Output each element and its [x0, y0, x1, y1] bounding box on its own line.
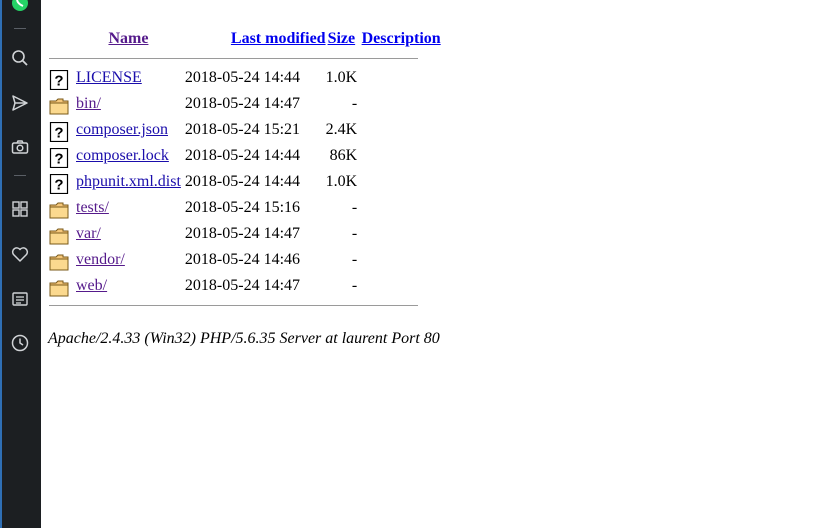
folder-icon	[49, 91, 76, 117]
sort-by-size-link[interactable]: Size	[328, 30, 356, 47]
browser-sidebar	[0, 0, 41, 528]
table-row: web/2018-05-24 14:47 -	[49, 273, 441, 299]
description-cell	[357, 221, 441, 247]
description-cell	[357, 91, 441, 117]
folder-icon	[49, 273, 76, 299]
svg-text:?: ?	[54, 124, 63, 141]
description-cell	[357, 273, 441, 299]
whatsapp-icon[interactable]	[9, 0, 31, 14]
name-cell: LICENSE	[76, 65, 185, 91]
size-cell: -	[351, 277, 358, 294]
svg-text:?: ?	[54, 176, 63, 193]
server-signature: Apache/2.4.33 (Win32) PHP/5.6.35 Server …	[48, 330, 440, 347]
description-cell	[357, 169, 441, 195]
icon-header	[49, 26, 76, 52]
size-cell: 2.4K	[325, 121, 358, 138]
file-unknown-icon: ?	[49, 65, 76, 91]
table-row: tests/2018-05-24 15:16 -	[49, 195, 441, 221]
file-link[interactable]: composer.lock	[76, 147, 169, 164]
file-unknown-icon: ?	[49, 143, 76, 169]
name-cell: var/	[76, 221, 185, 247]
folder-icon	[49, 195, 76, 221]
folder-icon	[49, 221, 76, 247]
file-link[interactable]: phpunit.xml.dist	[76, 173, 181, 190]
date-cell: 2018-05-24 15:21	[184, 121, 301, 138]
description-header: Description	[357, 26, 441, 52]
file-link[interactable]: var/	[76, 225, 101, 242]
news-icon[interactable]	[9, 288, 31, 310]
name-cell: composer.json	[76, 117, 185, 143]
svg-text:?: ?	[54, 72, 63, 89]
separator-line	[49, 305, 418, 306]
description-cell	[357, 195, 441, 221]
header-separator	[49, 52, 441, 65]
description-cell	[357, 65, 441, 91]
table-row: vendor/2018-05-24 14:46 -	[49, 247, 441, 273]
date-cell: 2018-05-24 14:47	[184, 277, 301, 294]
sidebar-divider	[14, 28, 26, 29]
table-row: ? LICENSE 2018-05-24 14:44 1.0K	[49, 65, 441, 91]
directory-listing-page: Name Last modified Size Description ? LIC…	[41, 0, 825, 528]
file-link[interactable]: vendor/	[76, 251, 125, 268]
date-cell: 2018-05-24 14:46	[184, 251, 301, 268]
table-row: ? phpunit.xml.dist 2018-05-24 14:44 1.0K	[49, 169, 441, 195]
file-rows: ? LICENSE 2018-05-24 14:44 1.0K bin/2018-05-…	[49, 65, 441, 299]
date-cell: 2018-05-24 14:44	[184, 173, 301, 190]
folder-icon	[49, 247, 76, 273]
date-cell: 2018-05-24 15:16	[184, 199, 301, 216]
name-cell: web/	[76, 273, 185, 299]
description-cell	[357, 143, 441, 169]
table-row: var/2018-05-24 14:47 -	[49, 221, 441, 247]
svg-text:?: ?	[54, 150, 63, 167]
last-modified-header: Last modified	[185, 26, 326, 52]
separator-line	[49, 58, 418, 59]
name-cell: composer.lock	[76, 143, 185, 169]
name-cell: tests/	[76, 195, 185, 221]
size-cell: -	[351, 199, 358, 216]
size-cell: -	[351, 95, 358, 112]
camera-icon[interactable]	[9, 136, 31, 158]
table-row: bin/2018-05-24 14:47 -	[49, 91, 441, 117]
size-cell: -	[351, 251, 358, 268]
table-header-row: Name Last modified Size Description	[49, 26, 441, 52]
name-cell: bin/	[76, 91, 185, 117]
file-unknown-icon: ?	[49, 169, 76, 195]
description-cell	[357, 247, 441, 273]
file-link[interactable]: LICENSE	[76, 69, 142, 86]
table-row: ? composer.json 2018-05-24 15:21 2.4K	[49, 117, 441, 143]
footer-separator	[49, 299, 441, 312]
sidebar-accent	[0, 0, 2, 528]
name-cell: vendor/	[76, 247, 185, 273]
date-cell: 2018-05-24 14:47	[184, 95, 301, 112]
heart-icon[interactable]	[9, 243, 31, 265]
sidebar-divider	[14, 175, 26, 176]
size-cell: 1.0K	[325, 69, 358, 86]
name-header: Name	[76, 26, 185, 52]
size-cell: -	[351, 225, 358, 242]
table-row: ? composer.lock 2018-05-24 14:44 86K	[49, 143, 441, 169]
file-link[interactable]: bin/	[76, 95, 101, 112]
separator-cell	[49, 299, 441, 312]
date-cell: 2018-05-24 14:44	[184, 69, 301, 86]
description-cell	[357, 117, 441, 143]
size-cell: 86K	[329, 147, 358, 164]
grid-icon[interactable]	[9, 198, 31, 220]
size-cell: 1.0K	[325, 173, 358, 190]
file-link[interactable]: web/	[76, 277, 107, 294]
file-link[interactable]: composer.json	[76, 121, 168, 138]
size-header: Size	[326, 26, 358, 52]
file-link[interactable]: tests/	[76, 199, 109, 216]
date-cell: 2018-05-24 14:47	[184, 225, 301, 242]
send-icon[interactable]	[9, 92, 31, 114]
history-icon[interactable]	[9, 332, 31, 354]
file-table: Name Last modified Size Description ? LIC…	[49, 26, 441, 312]
name-cell: phpunit.xml.dist	[76, 169, 185, 195]
date-cell: 2018-05-24 14:44	[184, 147, 301, 164]
search-icon[interactable]	[9, 47, 31, 69]
separator-cell	[49, 52, 441, 65]
file-unknown-icon: ?	[49, 117, 76, 143]
sort-by-description-link[interactable]: Description	[362, 30, 441, 47]
sort-by-date-link[interactable]: Last modified	[231, 30, 326, 47]
sort-by-name-link[interactable]: Name	[108, 30, 148, 47]
